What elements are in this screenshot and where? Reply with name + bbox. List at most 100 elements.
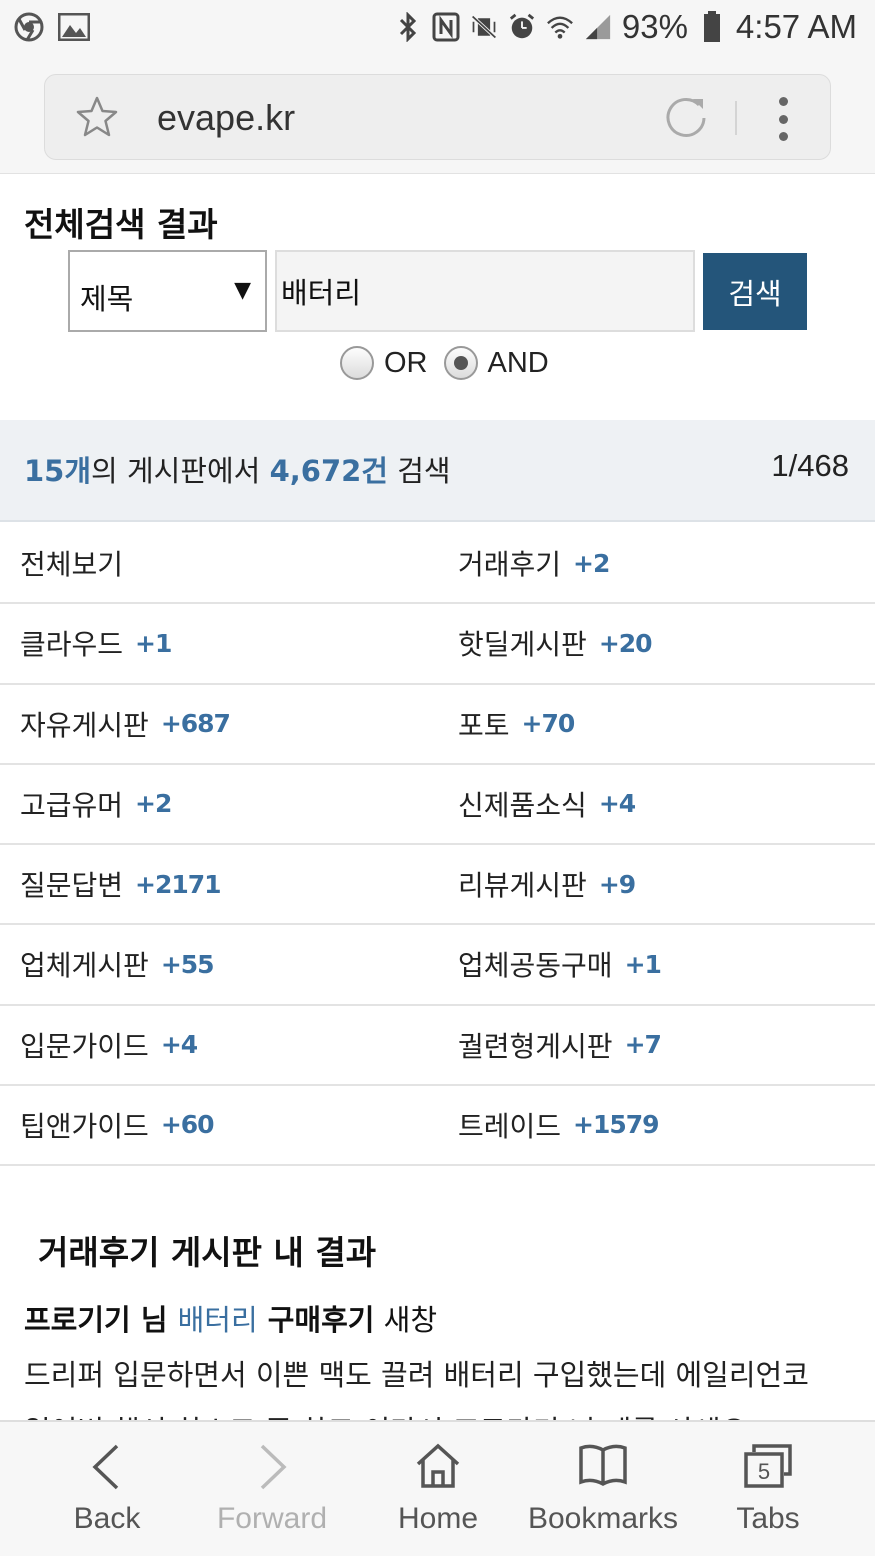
board-name: 핫딜게시판 <box>458 628 587 662</box>
board-item[interactable]: 전체보기 <box>20 524 135 602</box>
board-name: 업체게시판 <box>20 949 149 983</box>
signal-icon <box>584 11 612 43</box>
result-count-suffix: 검색 <box>388 454 451 488</box>
board-result-count: +20 <box>598 628 653 658</box>
board-list: 전체보기 거래후기 +2 클라우드 +1 핫딜게시판 +20 자유게시판 +687 포토… <box>0 524 875 1166</box>
board-item[interactable]: 자유게시판 +687 <box>20 685 231 763</box>
post-title[interactable]: 프로기기 님 배터리 구매후기 새창 <box>24 1297 437 1339</box>
result-count: 4,672건 <box>269 454 388 488</box>
status-bar: 93% 4:57 AM <box>0 0 875 62</box>
tab-count: 5 <box>758 1459 770 1484</box>
board-result-count: +70 <box>521 709 576 739</box>
board-count: 15개 <box>24 454 92 488</box>
board-result-count: +55 <box>160 949 215 979</box>
back-button[interactable]: Back <box>22 1422 192 1556</box>
board-row: 전체보기 거래후기 +2 <box>0 524 875 605</box>
result-summary-text: 15개의 게시판에서 4,672건 검색 <box>24 448 451 490</box>
bookmarks-label: Bookmarks <box>527 1502 679 1535</box>
board-item[interactable]: 업체게시판 +55 <box>20 925 215 1003</box>
board-item[interactable]: 업체공동구매 +1 <box>458 925 662 1003</box>
board-item[interactable]: 질문답변 +2171 <box>20 845 222 923</box>
search-query-value: 배터리 <box>281 276 362 310</box>
home-label: Home <box>397 1502 479 1535</box>
board-result-count: +1 <box>135 628 172 658</box>
page-title: 전체검색 결과 <box>24 205 218 244</box>
board-result-count: +4 <box>160 1030 198 1060</box>
board-result-count: +2 <box>135 789 172 819</box>
bookmarks-button[interactable]: Bookmarks <box>518 1422 688 1556</box>
board-row: 자유게시판 +687 포토 +70 <box>0 685 875 765</box>
chrome-icon <box>14 12 44 46</box>
clock: 4:57 AM <box>735 8 857 45</box>
address-bar[interactable]: evape.kr <box>44 74 831 160</box>
board-item[interactable]: 트레이드 +1579 <box>458 1086 660 1164</box>
board-name: 고급유머 <box>20 788 124 822</box>
search-button[interactable]: 검색 <box>703 253 807 330</box>
board-name: 자유게시판 <box>20 708 149 742</box>
post-excerpt: 드리퍼 입문하면서 이쁜 맥도 끌려 배터리 구입했는데 에일리언코 <box>24 1358 809 1392</box>
board-item[interactable]: 팁앤가이드 +60 <box>20 1086 215 1164</box>
radio-and[interactable] <box>443 346 478 380</box>
post-author: 프로기기 님 <box>24 1303 178 1337</box>
board-name: 신제품소식 <box>458 788 587 822</box>
board-item[interactable]: 거래후기 +2 <box>458 524 610 602</box>
post-title-rest: 구매후기 <box>257 1303 375 1337</box>
reload-icon[interactable] <box>663 95 709 145</box>
wifi-icon <box>546 11 574 43</box>
bluetooth-icon <box>394 11 422 43</box>
alarm-icon <box>508 11 536 43</box>
board-item[interactable]: 신제품소식 +4 <box>458 765 636 843</box>
board-item[interactable]: 고급유머 +2 <box>20 765 172 843</box>
board-item[interactable]: 입문가이드 +4 <box>20 1006 198 1084</box>
radio-or-label: OR <box>384 346 428 379</box>
board-result-count: +1579 <box>573 1110 660 1140</box>
radio-or[interactable] <box>340 346 374 380</box>
board-name: 트레이드 <box>458 1109 562 1143</box>
post-new-window: 새창 <box>374 1303 438 1337</box>
board-item[interactable]: 포토 +70 <box>458 685 576 763</box>
board-name: 업체공동구매 <box>458 949 613 983</box>
board-result-count: +1 <box>624 949 662 979</box>
battery-icon <box>698 11 726 43</box>
board-name: 거래후기 <box>458 548 562 582</box>
forward-arrow-icon <box>252 1442 292 1496</box>
board-row: 클라우드 +1 핫딜게시판 +20 <box>0 604 875 685</box>
forward-label: Forward <box>216 1502 328 1535</box>
forward-button[interactable]: Forward <box>187 1422 357 1556</box>
search-field-value: 제목 <box>80 282 134 316</box>
board-name: 전체보기 <box>20 548 124 582</box>
board-item[interactable]: 클라우드 +1 <box>20 604 172 682</box>
star-bookmark-icon[interactable] <box>75 95 119 143</box>
back-arrow-icon <box>87 1442 127 1496</box>
home-button[interactable]: Home <box>353 1422 523 1556</box>
board-item[interactable]: 핫딜게시판 +20 <box>458 604 653 682</box>
tabs-button[interactable]: 5 Tabs <box>683 1422 853 1556</box>
search-input[interactable]: 배터리 <box>275 250 695 332</box>
board-name: 리뷰게시판 <box>458 869 587 903</box>
board-result-count: +687 <box>160 709 231 739</box>
back-label: Back <box>73 1502 141 1535</box>
board-row: 업체게시판 +55 업체공동구매 +1 <box>0 925 875 1006</box>
overflow-menu-icon[interactable] <box>775 97 791 141</box>
bookmarks-book-icon <box>577 1442 629 1494</box>
search-field-select[interactable]: 제목 ▼ <box>68 250 267 332</box>
url-text[interactable]: evape.kr <box>157 97 295 139</box>
board-result-count: +2 <box>573 548 610 578</box>
board-name: 팁앤가이드 <box>20 1109 149 1143</box>
battery-percent: 93% <box>621 8 688 45</box>
board-item[interactable]: 궐련형게시판 +7 <box>458 1006 662 1084</box>
board-count-suffix: 의 게시판에서 <box>91 454 270 488</box>
board-item[interactable]: 리뷰게시판 +9 <box>458 845 636 923</box>
board-name: 입문가이드 <box>20 1029 149 1063</box>
nfc-icon <box>432 11 460 43</box>
board-result-count: +4 <box>598 789 636 819</box>
board-result-count: +9 <box>598 869 636 899</box>
post-keyword: 배터리 <box>177 1303 258 1337</box>
board-result-count: +2171 <box>135 869 222 899</box>
board-name: 궐련형게시판 <box>458 1029 613 1063</box>
tabs-label: Tabs <box>736 1502 800 1535</box>
board-row: 입문가이드 +4 궐련형게시판 +7 <box>0 1006 875 1086</box>
board-name: 질문답변 <box>20 869 124 903</box>
image-notification-icon <box>57 12 91 45</box>
board-row: 고급유머 +2 신제품소식 +4 <box>0 765 875 845</box>
